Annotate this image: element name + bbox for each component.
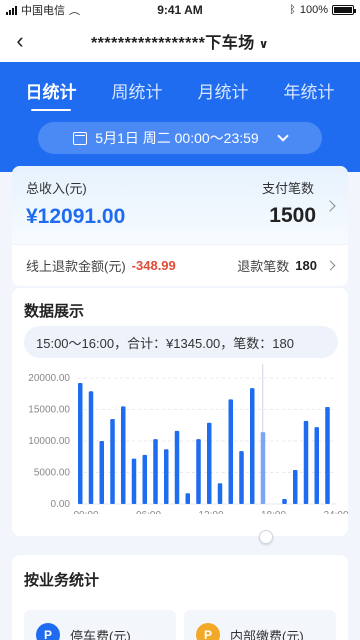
chart-bar	[303, 420, 309, 504]
x-tick-label: 12:00	[198, 510, 223, 514]
battery-percent: 100%	[299, 4, 328, 16]
y-tick-label: 20000.00	[28, 373, 70, 384]
chart-bar	[314, 427, 319, 504]
internal-payment-label: 内部缴费(元)	[230, 628, 304, 640]
refund-amount-label: 线上退款金额(元)	[26, 259, 126, 274]
chart-bar	[164, 449, 169, 504]
hourly-income-chart[interactable]: 0.00 5000.00 10000.00 15000.00 20000.00 00:00…	[12, 364, 348, 514]
business-stats-card: 按业务统计 P 停车费(元) P 内部缴费(元)	[12, 555, 348, 640]
internal-payment-icon: P	[196, 623, 220, 640]
chart-bar	[185, 493, 190, 504]
data-display-card: 数据展示 15:00～16:00，合计：¥1345.00，笔数：180 0.00…	[12, 288, 348, 536]
chart-bar	[121, 406, 126, 504]
x-tick-label: 06:00	[136, 510, 161, 514]
chart-bar	[250, 388, 255, 504]
parking-fee-label: 停车费(元)	[70, 628, 131, 640]
chart-bar	[153, 439, 158, 504]
income-summary[interactable]: 总收入(元) ¥12091.00 支付笔数 1500	[12, 166, 348, 244]
tab-monthly[interactable]: 月统计	[198, 78, 249, 111]
chart-scroll-handle[interactable]	[259, 530, 273, 544]
carrier-label: 中国电信	[21, 5, 65, 17]
chart-bar	[207, 422, 212, 504]
y-tick-label: 0.00	[51, 499, 71, 510]
back-button[interactable]: ‹	[0, 20, 40, 62]
chart-bar	[142, 454, 147, 504]
parking-icon: P	[36, 623, 60, 640]
parking-lot-selector[interactable]: *****************下车场 ∨	[40, 29, 360, 53]
clock: 9:41 AM	[157, 3, 203, 17]
bluetooth-icon: ᛒ	[289, 4, 296, 16]
payment-count-label: 支付笔数	[261, 181, 314, 196]
tab-yearly[interactable]: 年统计	[284, 78, 335, 111]
x-tick-label: 18:00	[261, 510, 286, 514]
tab-daily[interactable]: 日统计	[26, 78, 77, 111]
header-panel: 日统计 周统计 月统计 年统计 5月1日 周二 00:00～23:59	[0, 62, 360, 172]
x-tick-label: 00:00	[73, 510, 98, 514]
income-summary-card: 总收入(元) ¥12091.00 支付笔数 1500 线上退款金额(元) -34…	[12, 166, 348, 286]
nav-bar: ‹ *****************下车场 ∨	[0, 20, 360, 62]
payment-count-value: 1500	[269, 204, 316, 227]
date-range-label: 5月1日 周二 00:00～23:59	[95, 130, 259, 146]
refund-row[interactable]: 线上退款金额(元) -348.99 退款笔数 180	[12, 244, 348, 286]
chevron-down-icon	[277, 130, 289, 142]
chart-bar	[260, 432, 266, 504]
battery-icon	[332, 5, 356, 15]
status-bar: 中国电信 ︵ 9:41 AM ᛒ 100%	[0, 0, 360, 20]
chevron-down-icon: ∨	[258, 37, 270, 51]
chevron-right-icon	[325, 260, 336, 271]
chart-bar	[196, 439, 201, 504]
chart-bar	[88, 391, 94, 504]
chart-bar	[228, 399, 233, 504]
tab-weekly[interactable]: 周统计	[112, 78, 163, 111]
chart-tooltip: 15:00～16:00，合计：¥1345.00，笔数：180	[24, 326, 338, 358]
chart-bar	[239, 451, 244, 504]
chart-bar	[78, 383, 83, 504]
chart-bar	[131, 458, 137, 504]
parking-fee-item[interactable]: P 停车费(元)	[24, 610, 176, 640]
business-section-title: 按业务统计	[24, 572, 100, 589]
y-tick-label: 10000.00	[28, 436, 70, 447]
wifi-icon: ︵	[69, 5, 80, 17]
period-tabs: 日统计 周统计 月统计 年统计	[0, 62, 360, 111]
refund-count-value: 180	[295, 258, 317, 273]
internal-payment-item[interactable]: P 内部缴费(元)	[184, 610, 336, 640]
chart-section-title: 数据展示	[24, 303, 85, 320]
x-tick-label: 24:00	[323, 510, 348, 514]
calendar-icon	[73, 131, 88, 145]
y-tick-label: 5000.00	[34, 468, 71, 479]
y-tick-label: 15000.00	[28, 405, 70, 416]
chart-bar	[282, 498, 287, 504]
chart-bar	[325, 406, 330, 504]
chart-bar	[217, 483, 223, 504]
chart-bar	[110, 418, 115, 504]
refund-count-label: 退款笔数	[237, 259, 290, 274]
chart-bar	[174, 430, 180, 504]
page-title: *****************下车场	[90, 35, 255, 52]
signal-icon	[6, 5, 17, 15]
refund-amount-value: -348.99	[131, 258, 176, 273]
chart-bar	[99, 441, 104, 504]
chart-bar	[293, 469, 298, 504]
chevron-left-icon: ‹	[16, 28, 24, 53]
date-picker[interactable]: 5月1日 周二 00:00～23:59	[38, 122, 322, 154]
